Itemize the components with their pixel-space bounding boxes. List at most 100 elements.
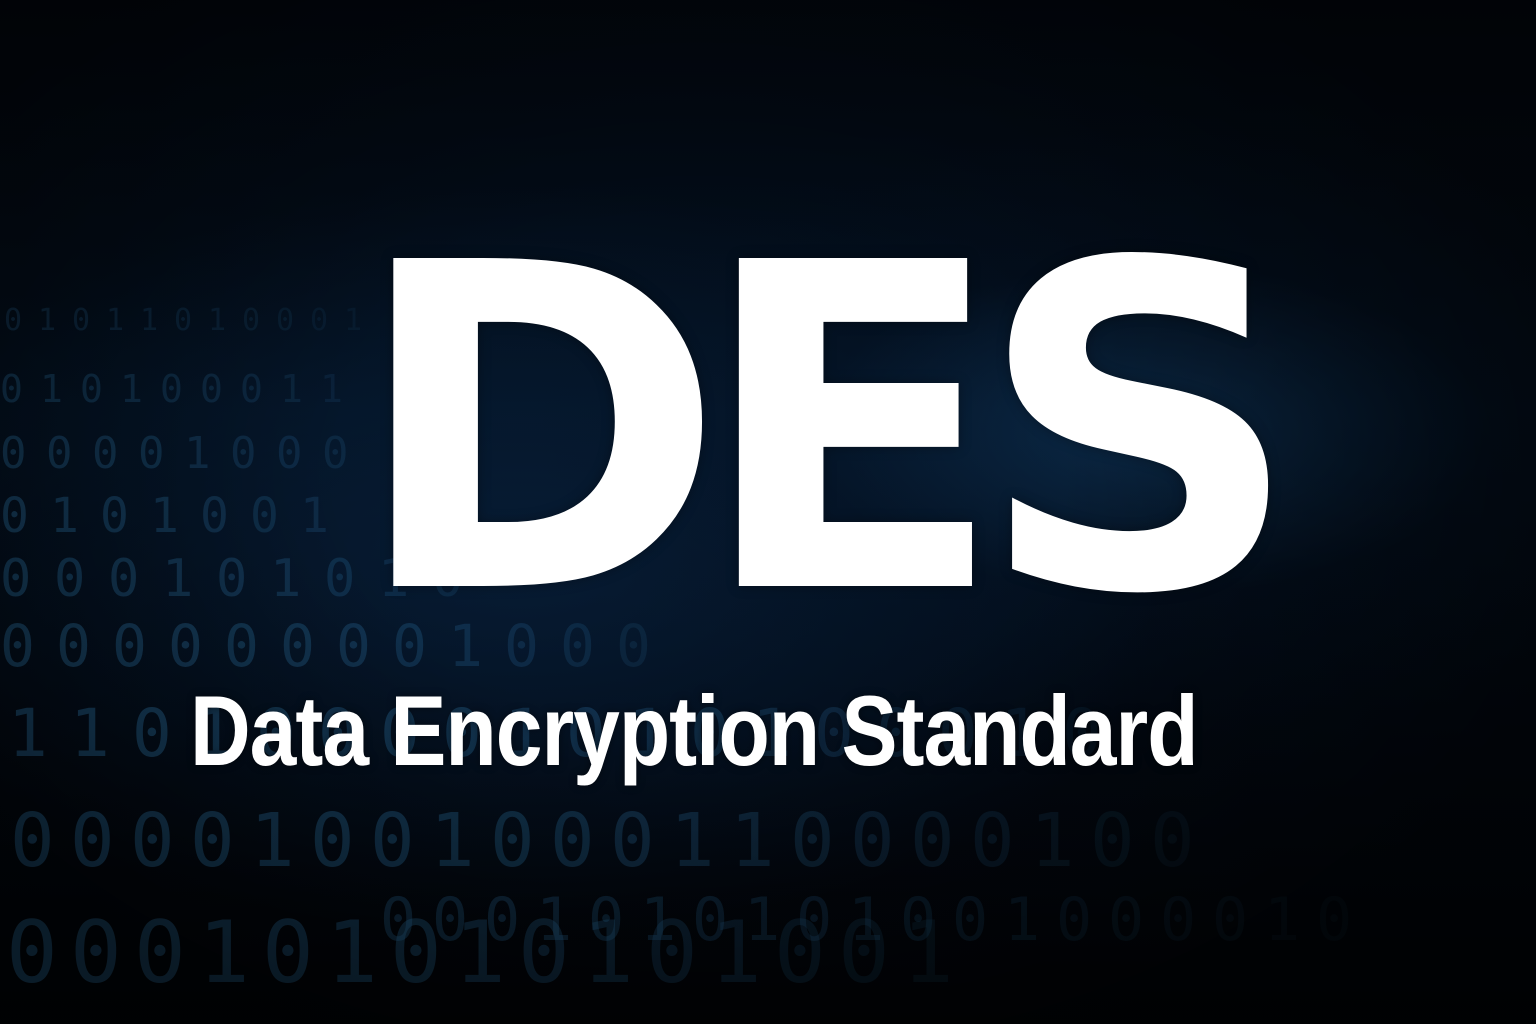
- binary-digit: 0: [484, 885, 520, 955]
- binary-digit: 1: [162, 549, 193, 609]
- binary-digit: 1: [326, 903, 378, 1003]
- hero-banner: 0101101000101010001100001000010100100010…: [0, 0, 1536, 1024]
- binary-digit: 0: [1056, 885, 1092, 955]
- binary-digit: 0: [6, 903, 58, 1003]
- binary-digit: 0: [92, 428, 119, 479]
- binary-digit: 0: [0, 612, 35, 680]
- binary-digit: 0: [0, 549, 31, 609]
- binary-digit: 0: [850, 798, 895, 884]
- binary-digit: 1: [270, 549, 301, 609]
- binary-digit: 0: [230, 428, 257, 479]
- page-subtitle: Data Encryption Standard: [190, 675, 1199, 787]
- binary-digit: 1: [730, 798, 775, 884]
- binary-digit: 0: [276, 428, 303, 479]
- binary-digit: 0: [240, 367, 263, 411]
- binary-digit: 0: [910, 798, 955, 884]
- binary-digit: 1: [140, 303, 158, 338]
- binary-digit: 1: [40, 367, 63, 411]
- binary-digit: 1: [8, 695, 48, 772]
- binary-digit: 0: [490, 798, 535, 884]
- binary-digit: 1: [106, 303, 124, 338]
- binary-digit: 0: [216, 549, 247, 609]
- binary-digit: 0: [134, 903, 186, 1003]
- binary-digit: 0: [322, 428, 349, 479]
- page-title: DES: [352, 169, 1301, 693]
- binary-digit: 1: [300, 488, 329, 544]
- binary-digit: 1: [536, 885, 572, 955]
- binary-digit: 1: [208, 303, 226, 338]
- binary-digit: 0: [952, 885, 988, 955]
- binary-digit: 0: [0, 428, 27, 479]
- binary-digit: 1: [1004, 885, 1040, 955]
- binary-digit: 1: [1030, 798, 1075, 884]
- binary-digit: 0: [1316, 885, 1352, 955]
- binary-digit: 0: [56, 612, 91, 680]
- binary-digit: 1: [70, 695, 110, 772]
- binary-digit: 0: [1212, 885, 1248, 955]
- binary-digit: 0: [790, 798, 835, 884]
- binary-digit: 0: [692, 885, 728, 955]
- binary-digit: 0: [174, 303, 192, 338]
- binary-digit: 0: [4, 303, 22, 338]
- binary-digit: 1: [320, 367, 343, 411]
- binary-digit: 1: [640, 885, 676, 955]
- binary-digit: 0: [70, 903, 122, 1003]
- binary-digit: 0: [838, 903, 890, 1003]
- binary-digit: 1: [744, 885, 780, 955]
- binary-digit: 0: [72, 303, 90, 338]
- binary-digit: 0: [100, 488, 129, 544]
- binary-digit: 0: [80, 367, 103, 411]
- binary-digit: 0: [132, 695, 172, 772]
- binary-digit: 0: [646, 903, 698, 1003]
- binary-digit: 0: [10, 798, 55, 884]
- binary-digit: 0: [900, 885, 936, 955]
- binary-digit: 0: [610, 798, 655, 884]
- binary-digit: 1: [250, 798, 295, 884]
- binary-digit: 0: [310, 303, 328, 338]
- binary-digit: 0: [54, 549, 85, 609]
- binary-digit: 0: [0, 367, 23, 411]
- binary-digit: 0: [0, 488, 29, 544]
- binary-digit: 0: [588, 885, 624, 955]
- binary-digit: 0: [276, 303, 294, 338]
- binary-digit: 0: [796, 885, 832, 955]
- binary-digit: 0: [250, 488, 279, 544]
- binary-digit: 0: [518, 903, 570, 1003]
- binary-digit: 0: [262, 903, 314, 1003]
- binary-digit: 1: [670, 798, 715, 884]
- binary-digit: 1: [280, 367, 303, 411]
- binary-digit: 0: [550, 798, 595, 884]
- binary-digit: 0: [1108, 885, 1144, 955]
- binary-digit: 0: [1150, 798, 1195, 884]
- binary-digit: 0: [310, 798, 355, 884]
- binary-digit: 1: [582, 903, 634, 1003]
- binary-digit: 0: [200, 367, 223, 411]
- binary-digit: 0: [324, 549, 355, 609]
- binary-digit: 1: [38, 303, 56, 338]
- binary-digit: 0: [200, 488, 229, 544]
- binary-digit: 0: [1090, 798, 1135, 884]
- binary-digit: 0: [108, 549, 139, 609]
- binary-digit: 0: [370, 798, 415, 884]
- binary-digit: 0: [190, 798, 235, 884]
- binary-digit: 0: [138, 428, 165, 479]
- binary-digit: 1: [150, 488, 179, 544]
- binary-digit: 1: [50, 488, 79, 544]
- binary-digit: 0: [160, 367, 183, 411]
- binary-digit: 1: [454, 903, 506, 1003]
- binary-digit: 0: [432, 885, 468, 955]
- binary-digit: 1: [198, 903, 250, 1003]
- binary-digit: 1: [710, 903, 762, 1003]
- binary-digit: 0: [1160, 885, 1196, 955]
- binary-digit: 1: [120, 367, 143, 411]
- binary-digit: 0: [970, 798, 1015, 884]
- binary-digit: 1: [902, 903, 954, 1003]
- binary-digit: 1: [848, 885, 884, 955]
- binary-digit: 0: [112, 612, 147, 680]
- binary-digit: 0: [46, 428, 73, 479]
- binary-digit: 0: [390, 903, 442, 1003]
- binary-digit: 0: [380, 885, 416, 955]
- binary-digit: 0: [130, 798, 175, 884]
- binary-digit: 0: [774, 903, 826, 1003]
- binary-digit: 0: [70, 798, 115, 884]
